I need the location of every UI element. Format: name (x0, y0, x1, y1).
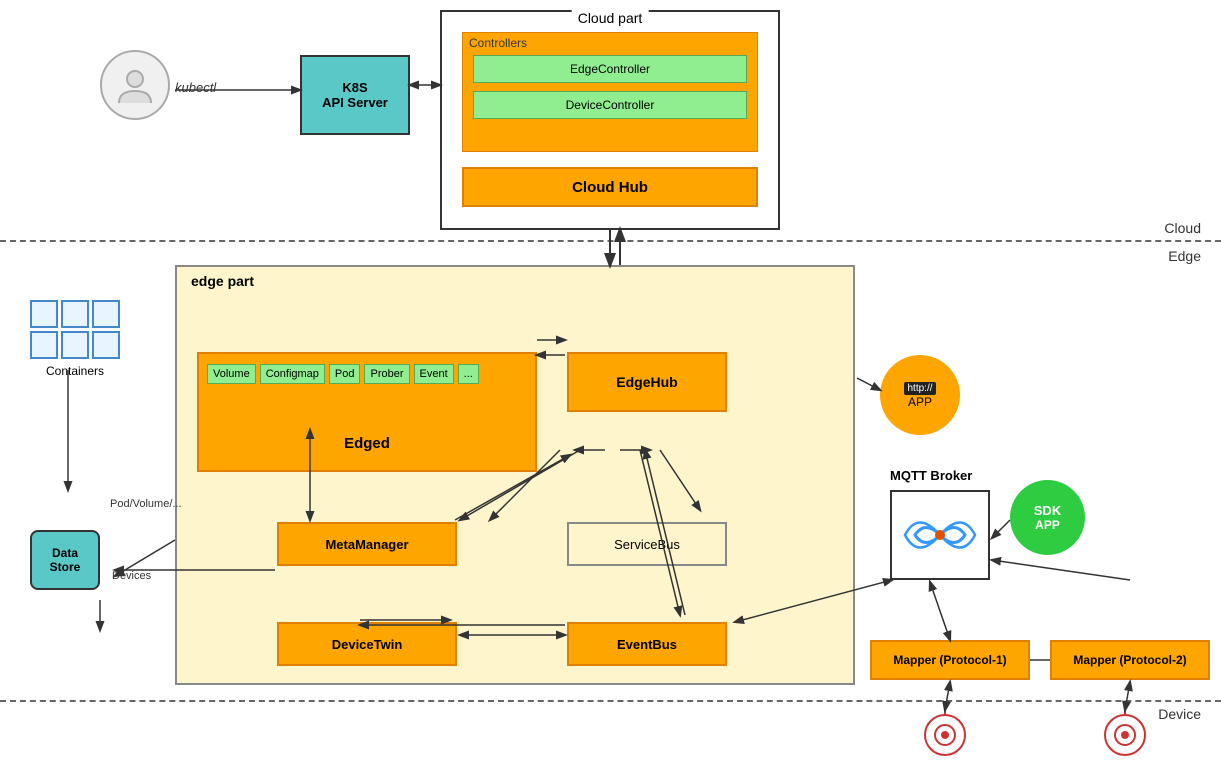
mqtt-icon (900, 500, 980, 570)
eventbus-box: EventBus (567, 622, 727, 666)
pod-volume-label: Pod/Volume/... (110, 498, 182, 510)
edge-part-box: edge part Volume Configmap Pod Prober Ev… (175, 265, 855, 685)
container-cell (61, 331, 89, 359)
module-configmap: Configmap (260, 364, 325, 384)
servicebus-box: ServiceBus (567, 522, 727, 566)
cloud-hub-box: Cloud Hub (462, 167, 758, 207)
device-icon2 (1100, 710, 1150, 760)
mapper1-box: Mapper (Protocol-1) (870, 640, 1030, 680)
mqtt-box (890, 490, 990, 580)
modules-row: Volume Configmap Pod Prober Event ... (207, 364, 527, 384)
container-cell (92, 331, 120, 359)
controllers-label: Controllers (469, 36, 527, 50)
container-cell (30, 331, 58, 359)
http-app-circle: http:// APP (880, 355, 960, 435)
containers-label: Containers (30, 364, 120, 378)
user-icon (100, 50, 170, 120)
mqtt-label: MQTT Broker (890, 468, 972, 483)
module-prober: Prober (364, 364, 409, 384)
cloud-part-title: Cloud part (572, 10, 649, 26)
device-label: Device (1158, 706, 1201, 722)
edge-part-title: edge part (191, 273, 254, 289)
devices-label: Devices (112, 570, 151, 582)
device-divider (0, 700, 1221, 702)
container-cell (61, 300, 89, 328)
k8s-api-server: K8SAPI Server (300, 55, 410, 135)
edged-label: Edged (344, 435, 390, 452)
app-label: APP (908, 395, 932, 409)
cloud-divider (0, 240, 1221, 242)
controllers-box: Controllers EdgeController DeviceControl… (462, 32, 758, 152)
container-cell (30, 300, 58, 328)
metamanager-box: MetaManager (277, 522, 457, 566)
module-pod: Pod (329, 364, 361, 384)
containers-area: Containers (30, 300, 120, 378)
sdk-app-circle: SDK APP (1010, 480, 1085, 555)
datastore-area: DataStore (30, 530, 100, 590)
cloud-label: Cloud (1164, 220, 1201, 236)
device-controller-box: DeviceController (473, 91, 747, 119)
sdk-label: SDK (1034, 503, 1061, 518)
app-label2: APP (1035, 518, 1060, 532)
module-volume: Volume (207, 364, 256, 384)
datastore-cylinder: DataStore (30, 530, 100, 590)
architecture-diagram: Cloud Edge Device kubectl K8SAPI Server … (0, 0, 1221, 761)
devicetwin-box: DeviceTwin (277, 622, 457, 666)
kubectl-label: kubectl (175, 80, 216, 95)
edged-box: Volume Configmap Pod Prober Event ... Ed… (197, 352, 537, 472)
edge-label: Edge (1168, 248, 1201, 264)
datastore-label: DataStore (50, 546, 81, 574)
edge-controller-box: EdgeController (473, 55, 747, 83)
containers-grid (30, 300, 120, 359)
edgehub-box: EdgeHub (567, 352, 727, 412)
cloud-part-box: Cloud part Controllers EdgeController De… (440, 10, 780, 230)
module-more: ... (458, 364, 479, 384)
container-cell (92, 300, 120, 328)
http-badge: http:// (904, 382, 935, 395)
k8s-label: K8SAPI Server (322, 80, 388, 110)
device-icon1 (920, 710, 970, 760)
mapper2-box: Mapper (Protocol-2) (1050, 640, 1210, 680)
module-event: Event (414, 364, 454, 384)
